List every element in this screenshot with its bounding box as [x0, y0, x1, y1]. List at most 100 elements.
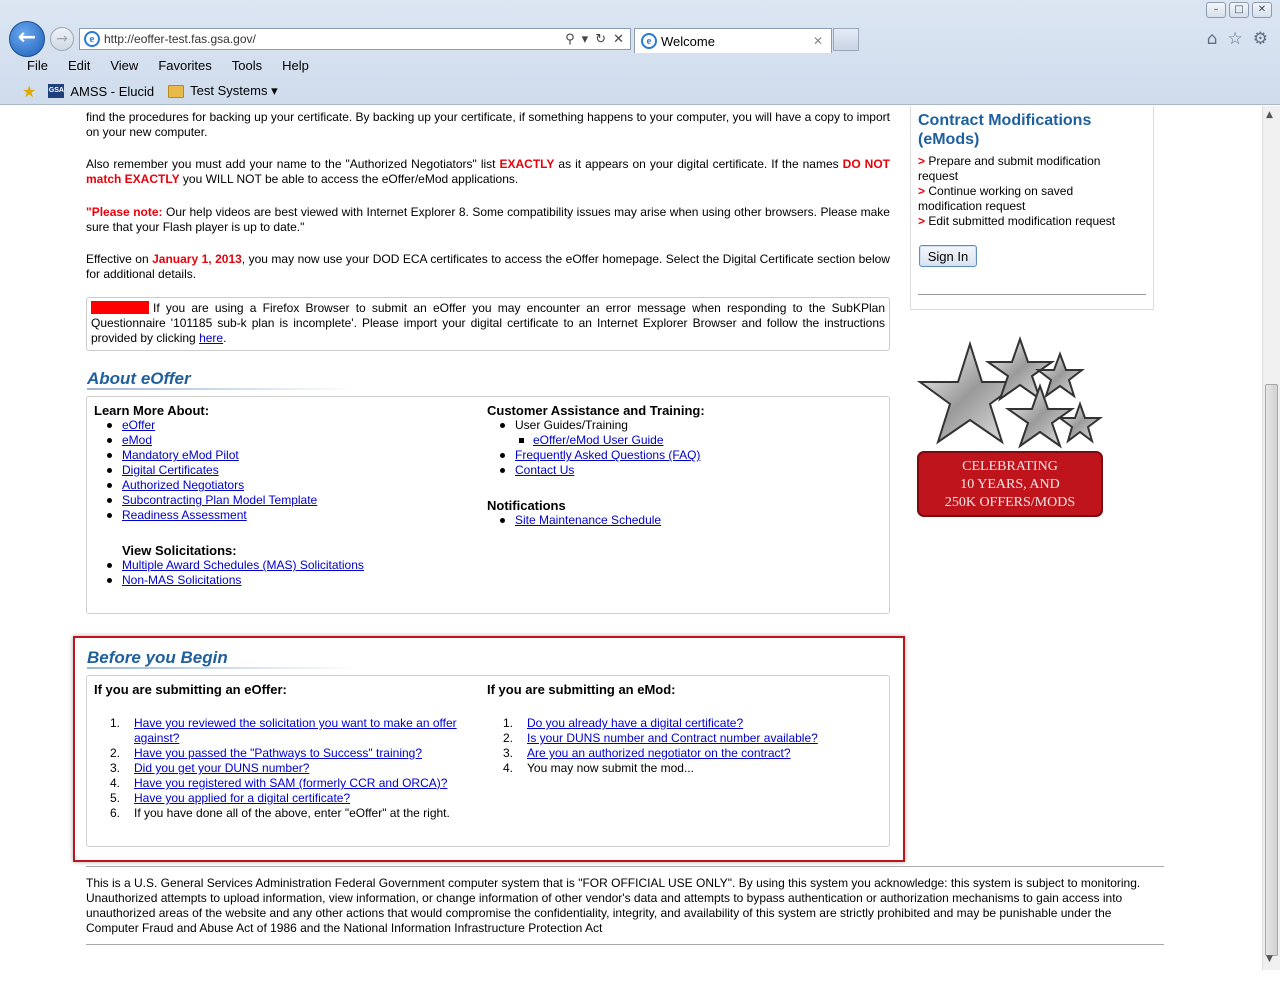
- link-digital-certificates[interactable]: Digital Certificates: [122, 463, 219, 477]
- folder-icon: [168, 84, 185, 98]
- please-note-text: Our help videos are best viewed with Int…: [86, 205, 890, 234]
- emods-item-label: Continue working on saved modification r…: [918, 184, 1074, 213]
- menu-bar: File Edit View Favorites Tools Help: [0, 55, 1280, 77]
- link-contact-us[interactable]: Contact Us: [515, 463, 574, 477]
- badge-line-2: 10 YEARS, AND: [960, 477, 1059, 492]
- browser-chrome: – □ ✕ ← → e http://eoffer-test.fas.gsa.g…: [0, 0, 1280, 105]
- link-sam-registration[interactable]: Have you registered with SAM (formerly C…: [134, 776, 447, 790]
- scroll-up-icon[interactable]: ▲: [1266, 110, 1273, 120]
- favorite-amss[interactable]: AMSS - Elucid: [70, 84, 154, 99]
- link-authorized-negotiators[interactable]: Authorized Negotiators: [122, 478, 244, 492]
- list-item: eMod: [94, 433, 317, 448]
- list-item: Subcontracting Plan Model Template: [94, 493, 317, 508]
- address-bar[interactable]: e http://eoffer-test.fas.gsa.gov/ ⚲ ▾ ↻ …: [79, 28, 631, 50]
- gear-icon[interactable]: ⚙: [1253, 29, 1268, 49]
- link-readiness-assessment[interactable]: Readiness Assessment: [122, 508, 247, 522]
- footer-top-rule: [86, 866, 1164, 867]
- menu-favorites[interactable]: Favorites: [148, 55, 221, 77]
- emods-item-edit: > Edit submitted modification request: [918, 214, 1138, 229]
- list-item: Multiple Award Schedules (MAS) Solicitat…: [94, 558, 364, 573]
- star-lower-icon: [1004, 382, 1076, 449]
- maximize-icon[interactable]: □: [1229, 2, 1249, 18]
- link-emod[interactable]: eMod: [122, 433, 152, 447]
- link-faq[interactable]: Frequently Asked Questions (FAQ): [515, 448, 700, 462]
- list-item: User Guides/Training: [487, 418, 700, 433]
- list-item: 4. You may now submit the mod...: [503, 761, 694, 775]
- eoffer-steps-heading: If you are submitting an eOffer:: [94, 682, 287, 697]
- new-tab-button[interactable]: [833, 28, 859, 51]
- scrollbar-thumb[interactable]: [1265, 384, 1278, 956]
- ie-page-icon: e: [84, 31, 100, 47]
- star-small-icon: [1035, 351, 1085, 399]
- link-non-mas-solicitations[interactable]: Non-MAS Solicitations: [122, 573, 241, 587]
- dropdown-icon[interactable]: ▾: [582, 32, 589, 47]
- p2-exactly: EXACTLY: [499, 157, 555, 171]
- tab-close-icon[interactable]: ✕: [813, 34, 831, 48]
- link-duns-number[interactable]: Did you get your DUNS number?: [134, 761, 309, 775]
- emod-final-step: You may now submit the mod...: [527, 761, 694, 775]
- refresh-icon[interactable]: ↻: [595, 32, 606, 47]
- link-eoffer[interactable]: eOffer: [122, 418, 155, 432]
- tab-title: Welcome: [661, 33, 715, 49]
- emods-title: Contract Modifications (eMods): [918, 112, 1092, 148]
- please-note-label: "Please note:: [86, 205, 163, 219]
- link-pathways-training[interactable]: Have you passed the "Pathways to Success…: [134, 746, 422, 760]
- learn-more-list: eOffer eMod Mandatory eMod Pilot Digital…: [94, 418, 317, 523]
- learn-more-heading: Learn More About:: [94, 403, 210, 418]
- link-mandatory-emod-pilot[interactable]: Mandatory eMod Pilot: [122, 448, 239, 462]
- search-icon[interactable]: ⚲: [565, 32, 575, 47]
- close-icon[interactable]: ✕: [1252, 2, 1272, 18]
- menu-edit[interactable]: Edit: [58, 55, 100, 77]
- list-item: eOffer/eMod User Guide: [487, 433, 700, 448]
- link-have-digital-certificate[interactable]: Do you already have a digital certificat…: [527, 716, 743, 730]
- badge-line-1: CELEBRATING: [962, 459, 1058, 474]
- gsa-icon: GSA: [48, 84, 65, 98]
- list-item: 2. Is your DUNS number and Contract numbe…: [503, 731, 818, 745]
- view-solicitations-heading: View Solicitations:: [122, 543, 237, 558]
- sign-in-button[interactable]: Sign In: [919, 245, 977, 267]
- favorites-star-icon[interactable]: ☆: [1228, 29, 1243, 49]
- favorite-test-systems[interactable]: Test Systems ▾: [190, 83, 277, 99]
- menu-file[interactable]: File: [17, 55, 58, 77]
- link-digital-certificate-apply[interactable]: Have you applied for a digital certifica…: [134, 791, 350, 805]
- scroll-down-icon[interactable]: ▼: [1266, 954, 1273, 964]
- link-reviewed-solicitation[interactable]: Have you reviewed the solicitation you w…: [134, 716, 457, 745]
- link-subcontracting-plan[interactable]: Subcontracting Plan Model Template: [122, 493, 317, 507]
- intro-paragraph-1: find the procedures for backing up your …: [86, 110, 890, 139]
- minimize-icon[interactable]: –: [1206, 2, 1226, 18]
- about-title-underline: [87, 388, 357, 390]
- list-item: 1. Do you already have a digital certific…: [503, 716, 744, 730]
- list-item: 4. Have you registered with SAM (formerly…: [110, 776, 448, 790]
- list-item: 3. Did you get your DUNS number?: [110, 761, 310, 775]
- page-scrollbar[interactable]: ▲ ▼: [1262, 106, 1280, 970]
- link-mas-solicitations[interactable]: Multiple Award Schedules (MAS) Solicitat…: [122, 558, 364, 572]
- emods-item-prepare: > Prepare and submit modification reques…: [918, 154, 1138, 184]
- forward-button-icon[interactable]: →: [50, 27, 74, 51]
- menu-view[interactable]: View: [100, 55, 148, 77]
- intro-paragraph-3: "Please note: Our help videos are best v…: [86, 205, 890, 235]
- address-url[interactable]: http://eoffer-test.fas.gsa.gov/: [104, 32, 565, 46]
- back-button-icon[interactable]: ←: [9, 21, 45, 57]
- eoffer-final-step: If you have done all of the above, enter…: [134, 806, 450, 820]
- link-duns-contract-number[interactable]: Is your DUNS number and Contract number …: [527, 731, 818, 745]
- list-item: 1. Have you reviewed the solicitation you…: [110, 716, 457, 745]
- menu-tools[interactable]: Tools: [222, 55, 272, 77]
- link-user-guide[interactable]: eOffer/eMod User Guide: [533, 433, 664, 447]
- browser-right-icons: ⌂ ☆ ⚙: [1207, 29, 1268, 49]
- emods-arrow: >: [918, 214, 926, 228]
- tab-welcome[interactable]: e Welcome ✕: [634, 28, 832, 53]
- eoffer-steps-list: 1. Have you reviewed the solicitation you…: [86, 716, 476, 821]
- link-authorized-negotiator[interactable]: Are you an authorized negotiator on the …: [527, 746, 791, 760]
- favorites-bar-star-icon[interactable]: ★: [22, 82, 36, 101]
- link-site-maintenance[interactable]: Site Maintenance Schedule: [515, 513, 661, 527]
- list-item: Mandatory eMod Pilot: [94, 448, 317, 463]
- alert-here-link[interactable]: here: [199, 331, 223, 345]
- stop-icon[interactable]: ✕: [613, 32, 624, 47]
- list-item: Contact Us: [487, 463, 700, 478]
- customer-assistance-list: User Guides/Training eOffer/eMod User Gu…: [487, 418, 700, 478]
- list-item: Readiness Assessment: [94, 508, 317, 523]
- p4-date: January 1, 2013: [152, 252, 242, 266]
- menu-help[interactable]: Help: [272, 55, 319, 77]
- home-icon[interactable]: ⌂: [1207, 29, 1218, 49]
- list-item: Non-MAS Solicitations: [94, 573, 364, 588]
